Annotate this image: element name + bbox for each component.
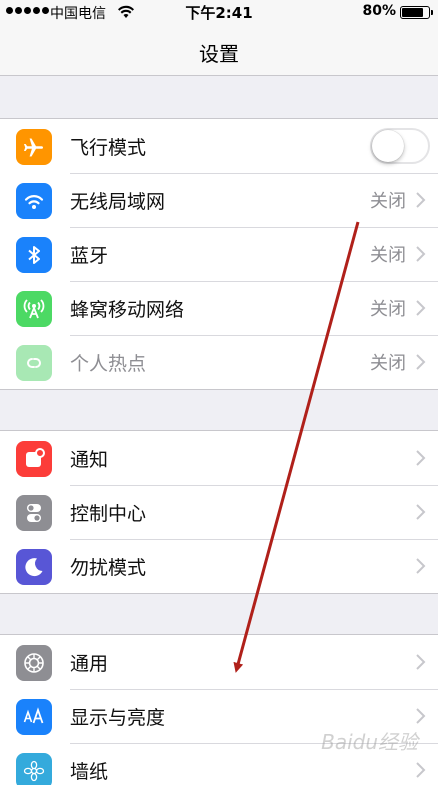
- row-label: 飞行模式: [70, 136, 147, 159]
- chevron-right-icon: [416, 504, 426, 520]
- airplane-mode-toggle[interactable]: [370, 128, 430, 164]
- wallpaper-icon: [16, 753, 52, 785]
- row-airplane-mode[interactable]: 飞行模式: [0, 119, 438, 173]
- hotspot-icon: [16, 345, 52, 381]
- general-group: 通用 显示与亮度 墙纸: [0, 634, 438, 785]
- battery-icon: [400, 6, 433, 19]
- row-personal-hotspot[interactable]: 个人热点 关闭: [0, 335, 438, 389]
- row-wifi[interactable]: 无线局域网 关闭: [0, 173, 438, 227]
- row-value: 关闭: [370, 299, 406, 320]
- row-cellular[interactable]: 蜂窝移动网络 关闭: [0, 281, 438, 335]
- row-do-not-disturb[interactable]: 勿扰模式: [0, 539, 438, 593]
- moon-icon: [16, 549, 52, 585]
- row-label: 墙纸: [70, 760, 109, 783]
- row-label: 无线局域网: [70, 190, 166, 213]
- bluetooth-icon: [16, 237, 52, 273]
- airplane-icon: [16, 129, 52, 165]
- chevron-right-icon: [416, 354, 426, 370]
- row-label: 蓝牙: [70, 244, 109, 267]
- row-general[interactable]: 通用: [0, 635, 438, 689]
- chevron-right-icon: [416, 558, 426, 574]
- display-brightness-icon: [16, 699, 52, 735]
- chevron-right-icon: [416, 708, 426, 724]
- control-center-icon: [16, 495, 52, 531]
- row-bluetooth[interactable]: 蓝牙 关闭: [0, 227, 438, 281]
- connectivity-group: 飞行模式 无线局域网 关闭 蓝牙 关闭 蜂窝移动网络 关闭 个人热点 关闭: [0, 118, 438, 390]
- page-title: 设置: [199, 42, 239, 66]
- chevron-right-icon: [416, 450, 426, 466]
- chevron-right-icon: [416, 762, 426, 778]
- chevron-right-icon: [416, 300, 426, 316]
- row-notifications[interactable]: 通知: [0, 431, 438, 485]
- row-value: 关闭: [370, 191, 406, 212]
- row-label: 通用: [70, 652, 109, 675]
- row-value: 关闭: [370, 245, 406, 266]
- chevron-right-icon: [416, 654, 426, 670]
- row-value: 关闭: [370, 353, 406, 374]
- navigation-bar: 设置: [0, 24, 438, 76]
- row-label: 蜂窝移动网络: [70, 298, 185, 321]
- row-label: 勿扰模式: [70, 556, 147, 579]
- watermark: Baidu经验: [321, 730, 418, 754]
- row-label: 控制中心: [70, 502, 147, 525]
- notifications-group: 通知 控制中心 勿扰模式: [0, 430, 438, 594]
- row-label: 通知: [70, 448, 109, 471]
- chevron-right-icon: [416, 246, 426, 262]
- wifi-icon: [16, 183, 52, 219]
- status-bar: 中国电信 下午2:41 80%: [0, 0, 438, 24]
- row-control-center[interactable]: 控制中心: [0, 485, 438, 539]
- notifications-icon: [16, 441, 52, 477]
- battery-percent: 80%: [362, 3, 396, 19]
- cellular-icon: [16, 291, 52, 327]
- gear-icon: [16, 645, 52, 681]
- chevron-right-icon: [416, 192, 426, 208]
- row-label: 个人热点: [70, 352, 147, 375]
- row-label: 显示与亮度: [70, 706, 166, 729]
